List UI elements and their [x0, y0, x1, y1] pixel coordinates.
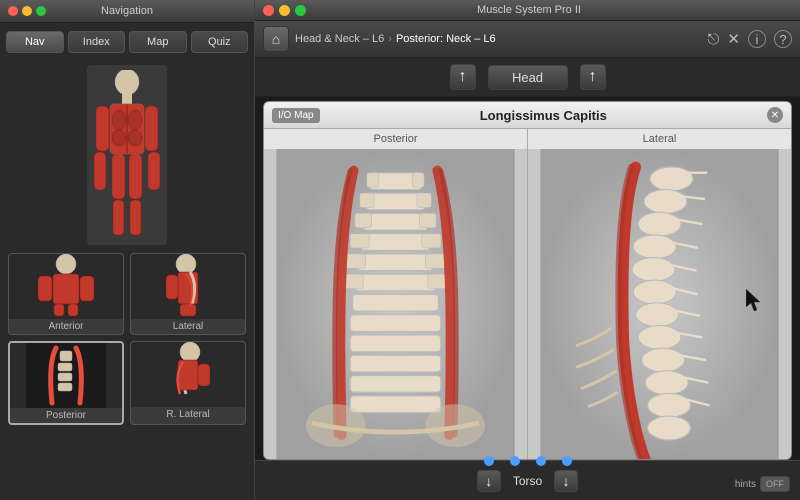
app-title: Muscle System Pro II: [306, 4, 752, 16]
thumb-r-lateral[interactable]: R. Lateral: [130, 341, 246, 425]
head-nav-up-left[interactable]: ↑: [450, 64, 476, 90]
head-nav-bar: ↑ Head ↑: [255, 58, 800, 97]
tab-nav[interactable]: Nav: [6, 31, 64, 53]
tab-index[interactable]: Index: [68, 31, 126, 53]
io-map-close-button[interactable]: ✕: [767, 107, 783, 123]
close-button-nav[interactable]: [8, 6, 18, 16]
torso-dot-2: [510, 456, 520, 466]
thumb-img-lateral: [131, 254, 245, 319]
help-icon[interactable]: ?: [774, 30, 792, 48]
head-nav-up-right[interactable]: ↑: [580, 64, 606, 90]
io-map-tag: I/O Map: [272, 108, 320, 123]
body-svg: [92, 70, 162, 240]
thumb-img-anterior: [9, 254, 123, 319]
lateral-anatomy-svg: [528, 149, 791, 459]
nav-body-container: Anterior Later: [0, 61, 254, 500]
io-map-title: Longissimus Capitis: [320, 108, 767, 123]
thumb-posterior[interactable]: Posterior: [8, 341, 124, 425]
breadcrumb-separator: ›: [388, 33, 392, 45]
nav-panel: Navigation Nav Index Map Quiz: [0, 0, 255, 500]
anterior-svg: [9, 254, 123, 319]
thumb-img-r-lateral: [131, 342, 245, 407]
nav-tabs: Nav Index Map Quiz: [0, 23, 254, 61]
breadcrumb: Head & Neck – L6 › Posterior: Neck – L6: [295, 33, 702, 45]
head-nav-label[interactable]: Head: [488, 65, 568, 90]
view-image-posterior: [264, 149, 527, 459]
io-map-panel: I/O Map Longissimus Capitis ✕ Posterior: [263, 101, 792, 460]
tab-map[interactable]: Map: [129, 31, 187, 53]
main-traffic-lights: [263, 5, 306, 16]
hints-toggle-button[interactable]: OFF: [760, 476, 790, 492]
breadcrumb-current: Posterior: Neck – L6: [396, 33, 496, 45]
close-button-main[interactable]: [263, 5, 274, 16]
view-label-posterior: Posterior: [373, 129, 417, 149]
torso-nav-label: Torso: [513, 474, 542, 488]
torso-nav-down-right[interactable]: ↓: [554, 470, 578, 492]
thumb-img-posterior: [10, 343, 122, 408]
torso-dot-3: [536, 456, 546, 466]
toolbar-row: ⌂ Head & Neck – L6 › Posterior: Neck – L…: [255, 21, 800, 58]
minimize-button-main[interactable]: [279, 5, 290, 16]
thumb-label-lateral: Lateral: [173, 319, 204, 334]
minimize-button-nav[interactable]: [22, 6, 32, 16]
tab-quiz[interactable]: Quiz: [191, 31, 249, 53]
toolbar-icons: ⎋ ✕ i ?: [708, 30, 792, 48]
thumb-label-r-lateral: R. Lateral: [166, 407, 209, 422]
thumb-anterior[interactable]: Anterior: [8, 253, 124, 335]
thumb-label-posterior: Posterior: [46, 408, 86, 423]
io-map-body: Posterior: [264, 129, 791, 459]
torso-dot-4: [562, 456, 572, 466]
torso-bar: ↓ Torso ↓ hints OFF: [255, 460, 800, 500]
share-icon[interactable]: ⎋: [708, 31, 720, 48]
thumbnails-grid: Anterior Later: [4, 253, 250, 425]
close-x-icon[interactable]: ✕: [727, 30, 740, 48]
lateral-svg: [131, 254, 245, 319]
torso-nav-down-left[interactable]: ↓: [477, 470, 501, 492]
torso-dot-1: [484, 456, 494, 466]
nav-traffic-lights: [8, 6, 46, 16]
posterior-svg: [10, 343, 122, 408]
view-panel-lateral: Lateral: [528, 129, 791, 459]
maximize-button-main[interactable]: [295, 5, 306, 16]
r-lateral-svg: [131, 342, 245, 407]
io-map-header: I/O Map Longissimus Capitis ✕: [264, 102, 791, 129]
main-titlebar: Muscle System Pro II: [255, 0, 800, 21]
view-image-lateral: [528, 149, 791, 459]
home-button[interactable]: ⌂: [263, 26, 289, 52]
breadcrumb-parent[interactable]: Head & Neck – L6: [295, 33, 384, 45]
hints-label: hints: [735, 479, 756, 490]
content-area: I/O Map Longissimus Capitis ✕ Posterior: [255, 97, 800, 500]
nav-window-title: Navigation: [101, 5, 153, 17]
main-panel: Muscle System Pro II ⌂ Head & Neck – L6 …: [255, 0, 800, 500]
posterior-anatomy-svg: [264, 149, 527, 459]
thumb-lateral[interactable]: Lateral: [130, 253, 246, 335]
maximize-button-nav[interactable]: [36, 6, 46, 16]
body-full-figure: [87, 65, 167, 245]
hints-toggle: hints OFF: [735, 476, 790, 492]
thumb-label-anterior: Anterior: [48, 319, 83, 334]
nav-titlebar: Navigation: [0, 0, 254, 23]
info-icon[interactable]: i: [748, 30, 766, 48]
view-label-lateral: Lateral: [643, 129, 677, 149]
view-panel-posterior: Posterior: [264, 129, 528, 459]
